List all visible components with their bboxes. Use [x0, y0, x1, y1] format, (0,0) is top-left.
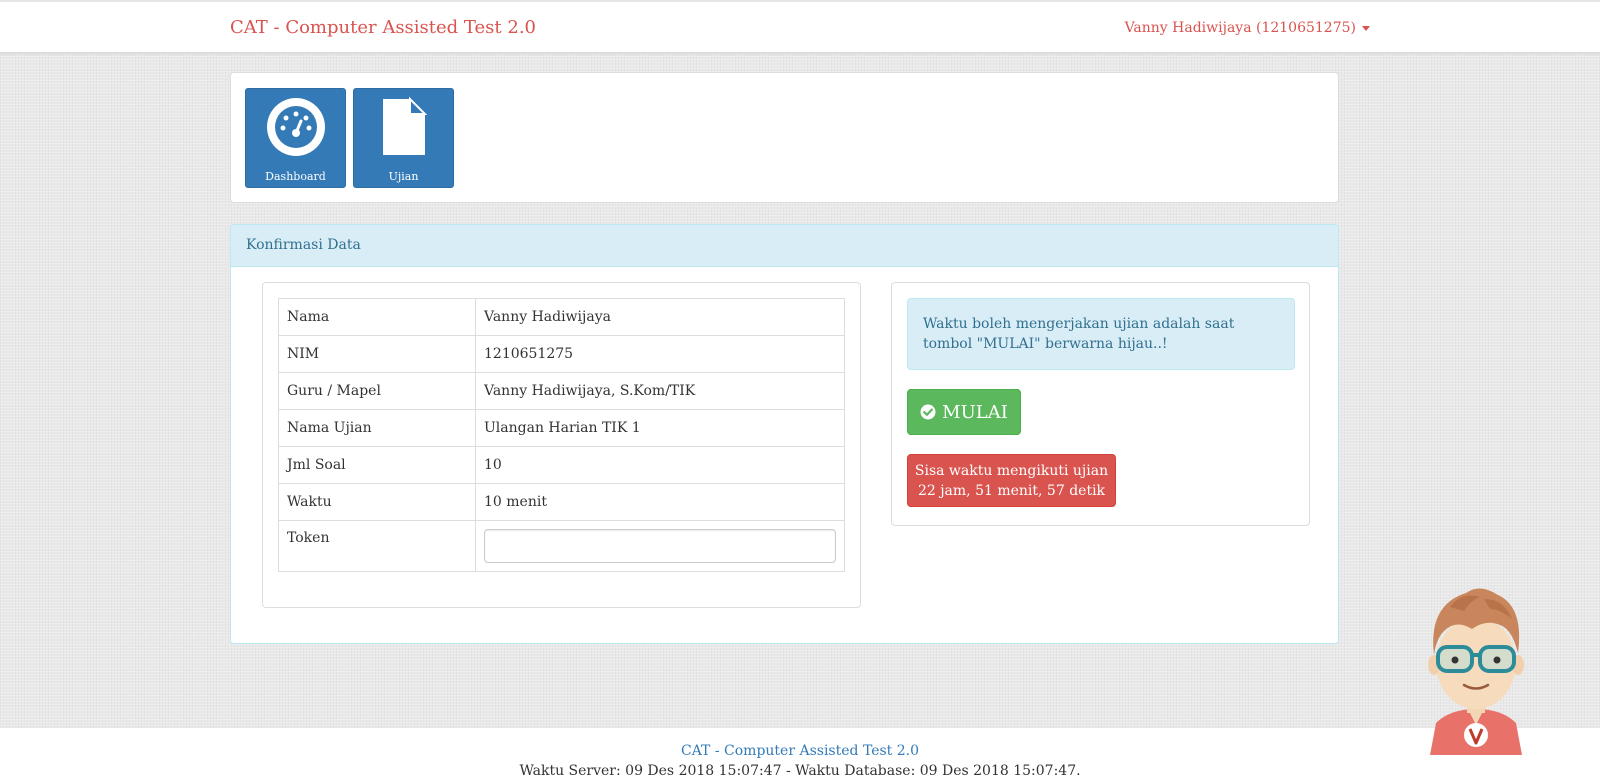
row-value: 1210651275: [475, 335, 845, 373]
table-row: Guru / Mapel Vanny Hadiwijaya, S.Kom/TIK: [278, 372, 845, 410]
page-footer: CAT - Computer Assisted Test 2.0 Waktu S…: [0, 727, 1600, 783]
start-button[interactable]: MULAI: [907, 389, 1021, 435]
user-menu-dropdown[interactable]: Vanny Hadiwijaya (1210651275): [1125, 20, 1370, 36]
row-key: NIM: [278, 335, 476, 373]
row-key: Waktu: [278, 483, 476, 521]
row-value: 10: [475, 446, 845, 484]
info-alert: Waktu boleh mengerjakan ujian adalah saa…: [907, 298, 1295, 370]
table-row: Jml Soal 10: [278, 446, 845, 484]
row-value: 10 menit: [475, 483, 845, 521]
timer-caption: Sisa waktu mengikuti ujian: [914, 463, 1109, 479]
tile-label-ujian: Ujian: [388, 170, 419, 183]
data-box: Nama Vanny Hadiwijaya NIM 1210651275 Gur…: [262, 282, 861, 608]
ujian-tile[interactable]: Ujian: [353, 88, 454, 188]
check-circle-icon: [920, 404, 936, 420]
row-key: Jml Soal: [278, 446, 476, 484]
dashboard-icon: [266, 98, 325, 156]
tile-label-dashboard: Dashboard: [265, 170, 326, 183]
token-cell: [475, 520, 845, 572]
app-brand[interactable]: CAT - Computer Assisted Test 2.0: [230, 17, 536, 38]
row-key: Nama Ujian: [278, 409, 476, 447]
table-row: NIM 1210651275: [278, 335, 845, 373]
caret-down-icon: [1362, 25, 1370, 31]
token-input[interactable]: [484, 529, 836, 563]
panel-title: Konfirmasi Data: [231, 225, 1338, 267]
row-value: Vanny Hadiwijaya, S.Kom/TIK: [475, 372, 845, 410]
token-row: Token: [278, 520, 845, 572]
mascot-avatar: [1428, 588, 1524, 755]
user-name: Vanny Hadiwijaya (1210651275): [1124, 20, 1356, 36]
footer-title: CAT - Computer Assisted Test 2.0: [681, 743, 919, 759]
table-row: Nama Vanny Hadiwijaya: [278, 298, 845, 336]
action-box: Waktu boleh mengerjakan ujian adalah saa…: [891, 282, 1310, 526]
row-value: Ulangan Harian TIK 1: [475, 409, 845, 447]
menu-panel: Dashboard Ujian: [230, 72, 1339, 203]
row-key: Nama: [278, 298, 476, 336]
timer-value: 22 jam, 51 menit, 57 detik: [917, 483, 1106, 499]
start-button-label: MULAI: [942, 401, 1008, 423]
remaining-time-badge: Sisa waktu mengikuti ujian 22 jam, 51 me…: [907, 454, 1116, 507]
dashboard-tile[interactable]: Dashboard: [245, 88, 346, 188]
table-row: Waktu 10 menit: [278, 483, 845, 521]
table-row: Nama Ujian Ulangan Harian TIK 1: [278, 409, 845, 447]
confirmation-panel: Konfirmasi Data Nama Vanny Hadiwijaya NI…: [230, 224, 1339, 644]
row-key: Guru / Mapel: [278, 372, 476, 410]
token-label: Token: [278, 520, 476, 572]
file-icon: [382, 96, 427, 155]
row-value: Vanny Hadiwijaya: [475, 298, 845, 336]
data-table: Nama Vanny Hadiwijaya NIM 1210651275 Gur…: [278, 298, 845, 572]
top-navbar: CAT - Computer Assisted Test 2.0 Vanny H…: [0, 0, 1600, 53]
server-time: Waktu Server: 09 Des 2018 15:07:47 - Wak…: [519, 763, 1081, 779]
